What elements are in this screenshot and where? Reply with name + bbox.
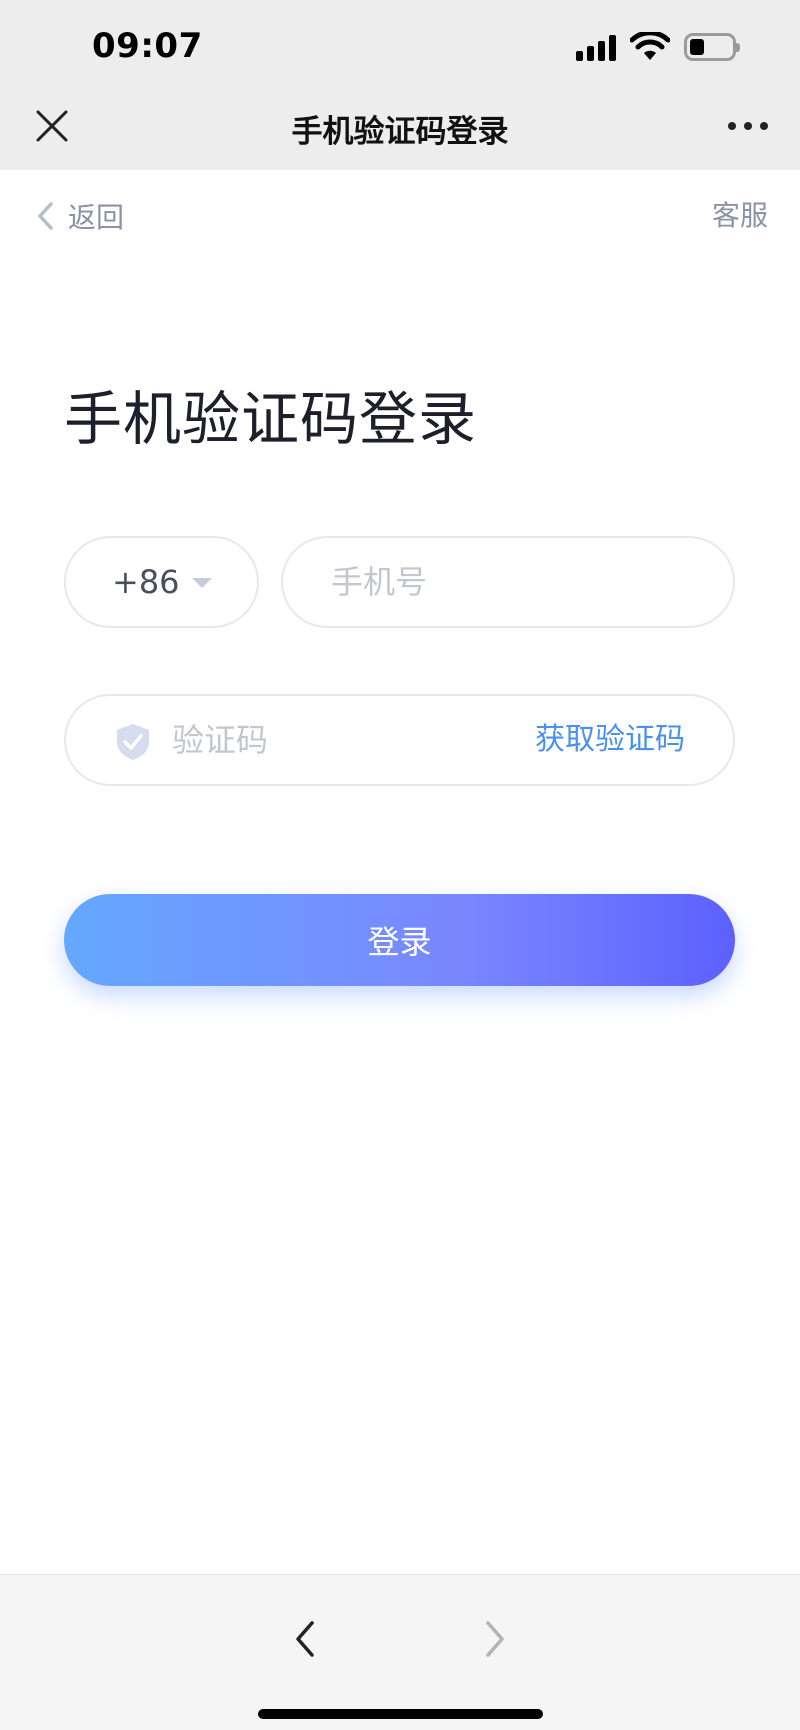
verification-code-input[interactable] — [172, 696, 492, 784]
status-time: 09:07 — [92, 26, 203, 66]
battery-icon — [684, 33, 740, 61]
get-code-button[interactable]: 获取验证码 — [535, 696, 685, 784]
back-label: 返回 — [68, 201, 125, 234]
cellular-signal-icon — [576, 33, 616, 61]
customer-service-link[interactable]: 客服 — [712, 196, 768, 236]
phone-input[interactable] — [331, 538, 711, 626]
country-code-value: +86 — [112, 563, 180, 601]
browser-back-icon[interactable] — [290, 1619, 320, 1659]
shield-check-icon — [117, 724, 149, 760]
browser-forward-icon[interactable] — [480, 1619, 510, 1659]
country-code-selector[interactable]: +86 — [64, 536, 259, 628]
top-bar: 09:07 手机验证码登录 — [0, 0, 800, 170]
more-options-icon[interactable] — [728, 122, 768, 130]
page-title: 手机验证码登录 — [64, 385, 478, 453]
verification-code-field: 获取验证码 — [64, 694, 735, 786]
home-indicator — [258, 1709, 543, 1719]
nav-title: 手机验证码登录 — [291, 114, 509, 150]
status-icons — [576, 30, 740, 64]
chevron-left-icon — [38, 202, 53, 230]
wifi-icon — [630, 32, 670, 60]
login-button[interactable]: 登录 — [64, 894, 735, 986]
caret-down-icon — [191, 578, 212, 588]
browser-bottom-bar — [0, 1574, 800, 1730]
back-button[interactable]: 返回 — [36, 196, 124, 236]
phone-field — [281, 536, 735, 628]
